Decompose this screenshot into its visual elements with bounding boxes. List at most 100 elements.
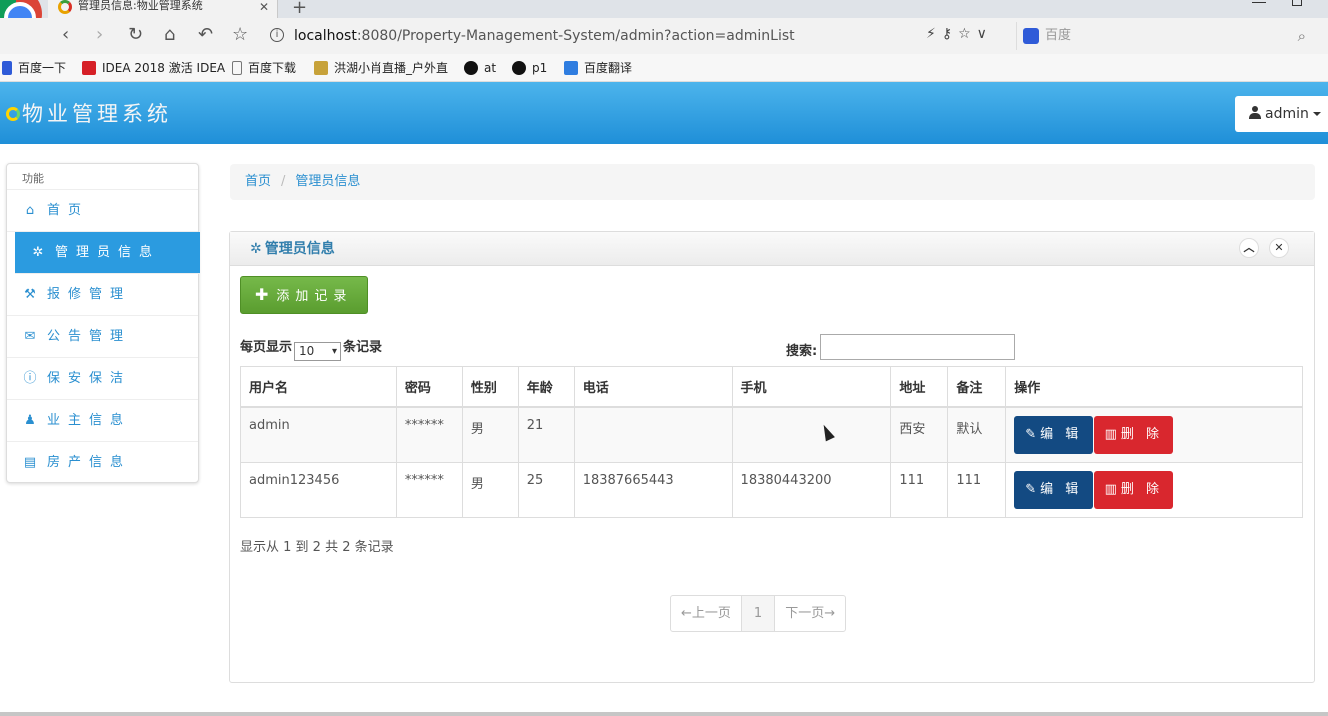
bookmark-item[interactable]: 百度一下 xyxy=(2,54,66,82)
sidebar-item-security[interactable]: ⓘ 保安保洁 xyxy=(7,358,198,400)
table-info: 显示从 1 到 2 共 2 条记录 xyxy=(240,540,394,555)
bookmark-item[interactable]: p1 xyxy=(512,54,547,82)
cell-address: 西安 xyxy=(890,406,949,463)
page-length-select[interactable]: 10 xyxy=(294,342,342,361)
edit-button[interactable]: ✎编 辑 xyxy=(1014,471,1094,509)
sidebar-item-repair[interactable]: ⚒ 报修管理 xyxy=(7,274,198,316)
pager-next[interactable]: 下一页→ xyxy=(775,596,845,631)
search-input[interactable] xyxy=(820,334,1015,360)
cell-age: 21 xyxy=(517,406,575,463)
gear-icon: ✲ xyxy=(32,245,44,260)
cell-remark: 默认 xyxy=(947,406,1007,463)
github-icon xyxy=(464,61,478,75)
taskbar xyxy=(0,712,1328,716)
edit-icon: ✎ xyxy=(1025,482,1041,497)
translate-icon xyxy=(564,61,578,75)
envelope-icon: ✉ xyxy=(24,329,36,344)
undo-icon[interactable]: ↶ xyxy=(198,24,213,46)
column-header: 操作 xyxy=(1005,366,1303,408)
sidebar-item-property[interactable]: ▤ 房产信息 xyxy=(7,442,198,484)
csdn-icon xyxy=(82,61,96,75)
forward-icon[interactable]: › xyxy=(96,24,103,46)
cell-mobile xyxy=(731,406,892,463)
panel-header: ✲ 管理员信息 ︿ ✕ xyxy=(230,232,1314,266)
reload-icon[interactable]: ↻ xyxy=(128,24,143,46)
column-header[interactable]: 用户名 xyxy=(240,366,397,408)
user-icon xyxy=(1249,106,1261,119)
bookmark-item[interactable]: 洪湖小肖直播_户外直 xyxy=(314,54,448,82)
tab-title: 管理员信息:物业管理系统 xyxy=(78,0,203,12)
sidebar-item-home[interactable]: ⌂ 首页 xyxy=(7,190,198,232)
pager-current-page[interactable]: 1 xyxy=(741,596,776,631)
column-header[interactable]: 电话 xyxy=(573,366,733,408)
cell-age: 25 xyxy=(517,462,575,518)
site-info-icon[interactable]: i xyxy=(270,28,284,42)
column-header[interactable]: 密码 xyxy=(395,366,463,408)
gear-icon: ✲ xyxy=(250,241,262,257)
url-host: localhost xyxy=(294,28,357,44)
admin-panel: ✲管理员信息 ︿ ✕ ✚添加记录 每页显示10条记录 搜索: 用户名 密码 性别… xyxy=(229,231,1315,683)
cell-password: ****** xyxy=(395,406,463,463)
user-icon: ♟ xyxy=(24,413,36,428)
add-record-button[interactable]: ✚ 添加记录 xyxy=(240,276,368,314)
column-header[interactable]: 性别 xyxy=(461,366,519,408)
panel-title: 管理员信息 xyxy=(264,241,335,257)
column-header[interactable]: 备注 xyxy=(947,366,1007,408)
sidebar-heading: 功能 xyxy=(7,164,198,190)
table-row: admin123456 ****** 男 25 18387665443 1838… xyxy=(240,462,1303,518)
bookmark-item[interactable]: IDEA 2018 激活 IDEA xyxy=(82,54,225,82)
list-icon: ▤ xyxy=(23,455,37,470)
new-tab-icon[interactable]: + xyxy=(292,0,307,18)
user-menu-button[interactable]: admin xyxy=(1235,96,1328,132)
browser-tabstrip: 管理员信息:物业管理系统 ✕ + xyxy=(0,0,1328,18)
address-bar[interactable]: i localhost:8080/Property-Management-Sys… xyxy=(264,22,1004,50)
sidebar-item-notice[interactable]: ✉ 公告管理 xyxy=(7,316,198,358)
breadcrumb-current[interactable]: 管理员信息 xyxy=(295,174,360,189)
baidu-icon xyxy=(1023,28,1039,44)
delete-button[interactable]: ▥删 除 xyxy=(1094,416,1174,454)
window-maximize-icon[interactable] xyxy=(1292,0,1302,6)
back-icon[interactable]: ‹ xyxy=(62,24,69,46)
cell-phone: 18387665443 xyxy=(573,462,733,518)
search-engine-box[interactable]: 百度 ⌕ xyxy=(1016,22,1312,50)
cell-phone xyxy=(573,406,733,463)
breadcrumb: 首页 / 管理员信息 xyxy=(230,164,1315,200)
bookmark-item[interactable]: 百度下载 xyxy=(232,54,296,82)
breadcrumb-home-link[interactable]: 首页 xyxy=(245,174,271,189)
user-name: admin xyxy=(1265,106,1309,122)
home-nav-icon[interactable]: ⌂ xyxy=(164,24,175,46)
trash-icon: ▥ xyxy=(1104,427,1121,442)
admin-table: 用户名 密码 性别 年龄 电话 手机 地址 备注 操作 admin ******… xyxy=(240,366,1303,518)
bookmark-item[interactable]: at xyxy=(464,54,496,82)
delete-button[interactable]: ▥删 除 xyxy=(1094,471,1174,509)
bookmark-item[interactable]: 百度翻译 xyxy=(564,54,632,82)
edit-button[interactable]: ✎编 辑 xyxy=(1014,416,1094,454)
page-icon xyxy=(232,61,242,75)
cell-actions: ✎编 辑 ▥删 除 xyxy=(1005,406,1303,463)
sidebar-item-admin-info[interactable]: ✲ 管理员信息 xyxy=(15,232,200,274)
sidebar-item-owners[interactable]: ♟ 业主信息 xyxy=(7,400,198,442)
column-header[interactable]: 年龄 xyxy=(517,366,575,408)
address-actions-icon[interactable]: ⚡⚷☆∨ xyxy=(926,26,993,42)
url-path: :8080/Property-Management-System/admin?a… xyxy=(356,28,795,44)
magnifier-icon[interactable]: ⌕ xyxy=(1298,22,1306,50)
close-icon[interactable]: ✕ xyxy=(1269,238,1289,258)
logo-ring-icon xyxy=(6,107,20,121)
column-header[interactable]: 地址 xyxy=(890,366,949,408)
column-header[interactable]: 手机 xyxy=(731,366,892,408)
cell-gender: 男 xyxy=(461,406,519,463)
trash-icon: ▥ xyxy=(1104,482,1121,497)
bird-icon xyxy=(314,61,328,75)
cell-username: admin123456 xyxy=(240,462,397,518)
bookmark-star-icon[interactable]: ☆ xyxy=(232,24,248,46)
window-minimize-icon[interactable] xyxy=(1252,2,1266,3)
github-icon xyxy=(512,61,526,75)
collapse-icon[interactable]: ︿ xyxy=(1239,238,1259,258)
pager-prev[interactable]: ←上一页 xyxy=(671,596,742,631)
browser-tab[interactable]: 管理员信息:物业管理系统 ✕ xyxy=(48,0,278,18)
tab-close-icon[interactable]: ✕ xyxy=(259,1,269,13)
app-header: 物业管理系统 xyxy=(0,82,1328,144)
tab-favicon-icon xyxy=(58,0,72,14)
page-length-control: 每页显示10条记录 xyxy=(240,336,382,361)
edit-icon: ✎ xyxy=(1025,427,1041,442)
